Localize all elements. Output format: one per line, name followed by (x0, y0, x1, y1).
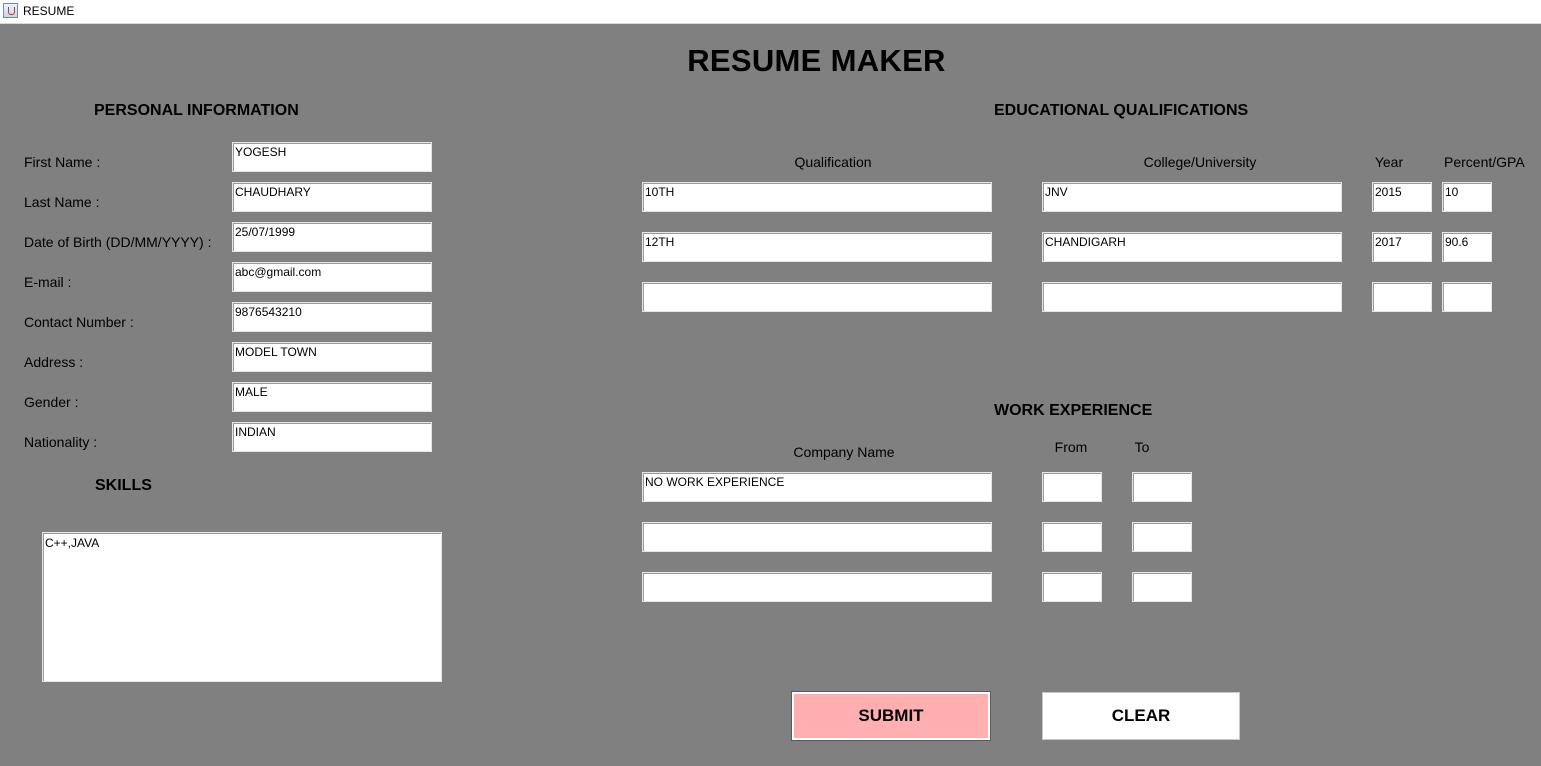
qualification-field-1[interactable]: 10TH (642, 182, 992, 212)
gender-label: Gender : (24, 394, 79, 410)
college-field-2[interactable]: CHANDIGARH (1042, 232, 1342, 262)
page-title: RESUME MAKER (687, 43, 946, 78)
clear-button[interactable]: CLEAR (1042, 692, 1240, 740)
work-experience-heading: WORK EXPERIENCE (994, 402, 1153, 419)
skills-heading: SKILLS (95, 477, 152, 494)
from-field-1[interactable] (1042, 472, 1102, 502)
year-column-header: Year (1374, 154, 1404, 170)
email-label: E-mail : (24, 274, 72, 290)
to-field-2[interactable] (1132, 522, 1192, 552)
percent-field-3[interactable] (1442, 282, 1492, 312)
from-column-header: From (1054, 439, 1088, 455)
first-name-field[interactable]: YOGESH (232, 142, 432, 172)
dob-label: Date of Birth (DD/MM/YYYY) : (24, 234, 212, 250)
qualification-field-2[interactable]: 12TH (642, 232, 992, 262)
java-app-icon (3, 3, 18, 18)
contact-number-label: Contact Number : (24, 314, 134, 330)
qualification-field-3[interactable] (642, 282, 992, 312)
education-heading: EDUCATIONAL QUALIFICATIONS (994, 102, 1249, 119)
skills-textarea[interactable]: C++,JAVA (42, 532, 442, 682)
from-field-3[interactable] (1042, 572, 1102, 602)
percent-field-2[interactable]: 90.6 (1442, 232, 1492, 262)
nationality-label: Nationality : (24, 434, 98, 450)
last-name-label: Last Name : (24, 194, 100, 210)
percent-field-1[interactable]: 10 (1442, 182, 1492, 212)
year-field-2[interactable]: 2017 (1372, 232, 1432, 262)
to-column-header: To (1134, 439, 1150, 455)
contact-number-field[interactable]: 9876543210 (232, 302, 432, 332)
from-field-2[interactable] (1042, 522, 1102, 552)
personal-info-heading: PERSONAL INFORMATION (94, 102, 299, 119)
company-field-3[interactable] (642, 572, 992, 602)
college-column-header: College/University (1143, 154, 1257, 170)
company-field-1[interactable]: NO WORK EXPERIENCE (642, 472, 992, 502)
gender-field[interactable]: MALE (232, 382, 432, 412)
year-field-3[interactable] (1372, 282, 1432, 312)
year-field-1[interactable]: 2015 (1372, 182, 1432, 212)
company-field-2[interactable] (642, 522, 992, 552)
window-title: RESUME (23, 4, 75, 18)
address-label: Address : (24, 354, 84, 370)
company-name-column-header: Company Name (793, 444, 895, 460)
college-field-3[interactable] (1042, 282, 1342, 312)
to-field-1[interactable] (1132, 472, 1192, 502)
last-name-field[interactable]: CHAUDHARY (232, 182, 432, 212)
email-field[interactable]: abc@gmail.com (232, 262, 432, 292)
nationality-field[interactable]: INDIAN (232, 422, 432, 452)
address-field[interactable]: MODEL TOWN (232, 342, 432, 372)
window-titlebar: RESUME (0, 0, 1541, 24)
dob-field[interactable]: 25/07/1999 (232, 222, 432, 252)
percent-column-header: Percent/GPA (1444, 154, 1525, 170)
submit-button[interactable]: SUBMIT (791, 691, 991, 741)
to-field-3[interactable] (1132, 572, 1192, 602)
college-field-1[interactable]: JNV (1042, 182, 1342, 212)
first-name-label: First Name : (24, 154, 101, 170)
qualification-column-header: Qualification (794, 154, 872, 170)
